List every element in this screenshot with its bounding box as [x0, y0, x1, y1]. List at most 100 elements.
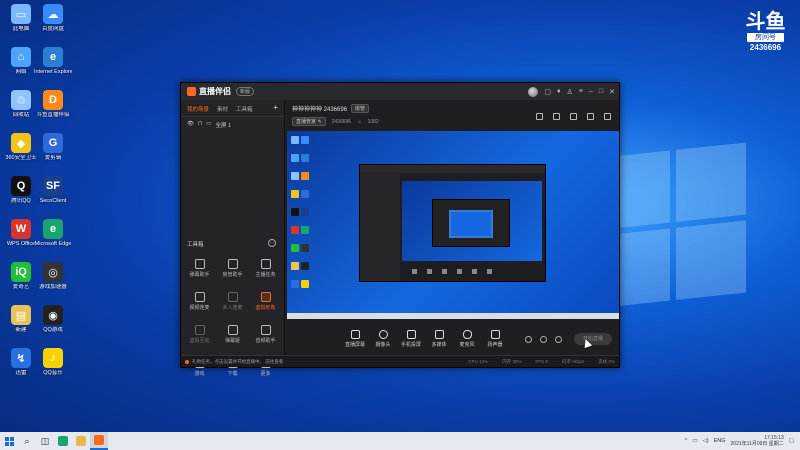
- tool-icon: [194, 259, 205, 269]
- app-icon: ▤: [11, 305, 31, 325]
- header-tool-icons: [536, 113, 611, 120]
- app-icon: ☁: [43, 4, 63, 24]
- source-controls: 直播屏幕 摄像头 手机投屏 多媒体 麦克风 扬声器 开始直播: [286, 321, 619, 357]
- app-titlebar[interactable]: 直播伴侣 新版 ▢ ♦ ♙ ≡ – □ ✕: [181, 83, 619, 100]
- room-header: 神神神神神 2436696 房管 直播管家 ✎ 2436696 ♨ 1082: [286, 100, 619, 130]
- desktop-icon[interactable]: ☁ 百度网盘: [34, 2, 72, 46]
- toolbox-item[interactable]: 弹幕助手: [183, 256, 216, 286]
- app-icon: ♲: [11, 90, 31, 110]
- camera-button[interactable]: 摄像头: [369, 330, 397, 348]
- language-indicator[interactable]: ENG: [714, 438, 726, 444]
- tool-label: 主播任务: [255, 272, 276, 278]
- status-text[interactable]: 礼物任务，点击设置并开始直播中。 前往查看: [192, 359, 283, 365]
- app-icon: D: [43, 90, 63, 110]
- system-tray: ^ ▭ ◁) ENG 17:15:13 2021年11月09日 星期二 ▢: [685, 435, 800, 447]
- layout-icon[interactable]: [553, 113, 560, 120]
- desktop-icon-label: Microsoft Edge: [34, 241, 72, 247]
- lock-icon[interactable]: ⊓: [198, 121, 202, 129]
- screen-capture-button[interactable]: 直播屏幕: [341, 330, 369, 348]
- network-icon[interactable]: ▭: [692, 438, 697, 444]
- add-scene-icon[interactable]: +: [273, 104, 278, 113]
- room-tag[interactable]: 房管: [351, 104, 370, 113]
- edge-taskbar-icon[interactable]: [54, 432, 72, 450]
- clock[interactable]: 17:15:13 2021年11月09日 星期二: [731, 435, 784, 447]
- close-icon[interactable]: ✕: [609, 88, 615, 96]
- avatar[interactable]: [528, 86, 539, 97]
- tool-icon: [260, 325, 271, 335]
- app-icon: ♪: [43, 348, 63, 368]
- perf-stat: 内存 38%: [502, 358, 522, 364]
- toolbox-item[interactable]: 多人连麦: [216, 289, 249, 319]
- app-icon: G: [43, 133, 63, 153]
- speaker-button[interactable]: 扬声器: [481, 330, 509, 348]
- version-pill[interactable]: 新版: [236, 87, 255, 96]
- menu-icon[interactable]: ≡: [579, 88, 583, 95]
- app-title: 直播伴侣: [199, 87, 231, 96]
- grid-icon[interactable]: [570, 113, 577, 120]
- toolbox-item[interactable]: 弹幕姬: [216, 322, 249, 352]
- volume-icon[interactable]: ◁): [703, 438, 709, 444]
- record-icon[interactable]: [525, 335, 532, 343]
- tray-chevron-icon[interactable]: ^: [685, 438, 688, 444]
- desktop-icon[interactable]: D 斗鱼直播伴侣: [34, 88, 72, 132]
- notice-icon: [185, 359, 189, 364]
- desktop-icon-label: QQ游戏: [43, 327, 63, 333]
- desktop-icon-label: QQ音乐: [43, 370, 63, 376]
- phone-cast-button[interactable]: 手机投屏: [397, 330, 425, 348]
- toolbox-item[interactable]: 主播任务: [249, 256, 282, 286]
- preview-nested-window: [359, 164, 546, 282]
- room-name: 神神神神神 2436696: [292, 107, 348, 113]
- tool-label: 弹幕姬: [224, 338, 240, 344]
- room-manager-button[interactable]: 直播管家 ✎: [292, 117, 326, 126]
- desktop-icon[interactable]: SF SecoClient: [34, 174, 72, 218]
- tool-label: 更多: [260, 371, 271, 377]
- tab-scenes[interactable]: 我的场景: [187, 105, 209, 113]
- perf-stat: CPU 12%: [468, 358, 489, 364]
- lock-screen-icon[interactable]: [536, 113, 543, 120]
- stream-preview[interactable]: [287, 131, 619, 319]
- skin-icon[interactable]: ♦: [557, 88, 561, 95]
- desktop-icon[interactable]: ◉ QQ游戏: [34, 303, 72, 347]
- settings-icon[interactable]: [555, 335, 562, 343]
- tool-label: 房管助手: [222, 272, 243, 278]
- toolbox-item[interactable]: 音频助手: [249, 322, 282, 352]
- sidebar: 我的场景 素材 工具箱 + 👁 ⊓ ▭ 全屏 1 工具箱 ⋯ 弹幕助手 房管助手 主…: [181, 100, 285, 377]
- tab-toolbox[interactable]: 工具箱: [236, 105, 253, 113]
- task-view-icon[interactable]: ◫: [36, 432, 54, 450]
- desktop-icon[interactable]: e Internet Explorer: [34, 45, 72, 89]
- timer-icon[interactable]: [540, 335, 547, 343]
- streaming-app-window[interactable]: 直播伴侣 新版 ▢ ♦ ♙ ≡ – □ ✕ 我的场景 素材 工具箱 + 👁 ⊓ …: [180, 82, 620, 377]
- notification-icon[interactable]: ▢: [789, 438, 794, 444]
- message-icon[interactable]: ▢: [544, 88, 551, 96]
- toolbox-item[interactable]: 视频连麦: [183, 289, 216, 319]
- microphone-button[interactable]: 麦克风: [453, 330, 481, 348]
- search-icon[interactable]: ⌕: [18, 432, 36, 450]
- bell-icon[interactable]: [587, 113, 594, 120]
- toolbox-settings-icon[interactable]: ⋯: [268, 239, 276, 247]
- douyu-taskbar-icon[interactable]: [90, 432, 108, 450]
- scene-item[interactable]: 👁 ⊓ ▭ 全屏 1: [181, 117, 284, 133]
- minimize-icon[interactable]: –: [589, 88, 593, 95]
- status-bar: 礼物任务，点击设置并开始直播中。 前往查看 CPU 12% 内存 38% FPS 0…: [181, 355, 619, 367]
- start-button[interactable]: [0, 432, 18, 450]
- share-icon[interactable]: [604, 113, 611, 120]
- preview-taskbar: [287, 313, 619, 319]
- explorer-taskbar-icon[interactable]: [72, 432, 90, 450]
- media-button[interactable]: 多媒体: [425, 330, 453, 348]
- desktop-icon[interactable]: ♪ QQ音乐: [34, 346, 72, 390]
- start-stream-button[interactable]: 开始直播: [574, 333, 612, 345]
- perf-stat: FPS 0: [535, 358, 548, 364]
- toolbox-item[interactable]: 虚拟形象: [249, 289, 282, 319]
- desktop-icon[interactable]: G 爱剪辑: [34, 131, 72, 175]
- app-icon: Q: [11, 176, 31, 196]
- shirt-icon[interactable]: ♙: [567, 88, 573, 96]
- desktop-icon[interactable]: e Microsoft Edge: [34, 217, 72, 261]
- tab-materials[interactable]: 素材: [217, 105, 228, 113]
- toolbox-item[interactable]: 房管助手: [216, 256, 249, 286]
- eye-icon[interactable]: 👁: [187, 121, 194, 129]
- maximize-icon[interactable]: □: [599, 88, 603, 95]
- desktop-icon[interactable]: ◎ 游戏加速器: [34, 260, 72, 304]
- scene-name: 全屏 1: [215, 123, 232, 129]
- desktop-icon-label: SecoClient: [39, 198, 67, 204]
- toolbox-item[interactable]: 虚拟互动: [183, 322, 216, 352]
